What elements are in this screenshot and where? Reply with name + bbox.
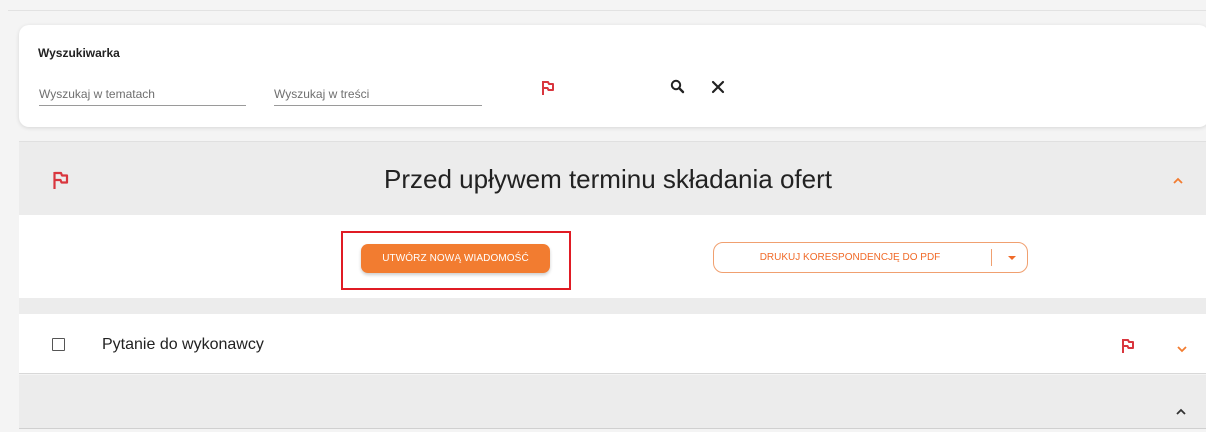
flag-icon[interactable] [1121, 338, 1135, 354]
collapsed-section[interactable] [19, 375, 1206, 429]
flag-filter-icon[interactable] [541, 80, 555, 96]
search-panel: Wyszukiwarka [19, 25, 1206, 127]
new-message-button[interactable]: UTWÓRZ NOWĄ WIADOMOŚĆ [361, 244, 550, 273]
close-icon[interactable] [711, 80, 725, 94]
search-icon[interactable] [670, 79, 686, 95]
split-divider [991, 249, 992, 266]
message-title: Pytanie do wykonawcy [102, 336, 264, 353]
bottom-divider [19, 428, 1206, 429]
chevron-down-icon[interactable] [1176, 341, 1188, 353]
chevron-up-icon[interactable] [1172, 173, 1184, 184]
search-topics-input[interactable] [39, 83, 246, 106]
print-pdf-button[interactable]: DRUKUJ KORESPONDENCJĘ DO PDF [714, 243, 986, 272]
search-panel-title: Wyszukiwarka [38, 46, 120, 60]
actions-bar: UTWÓRZ NOWĄ WIADOMOŚĆ DRUKUJ KORESPONDEN… [19, 215, 1206, 298]
section-title: Przed upływem terminu składania ofert [384, 164, 832, 194]
caret-down-icon [1008, 256, 1016, 260]
search-content-input[interactable] [274, 83, 482, 106]
section-spacer [19, 298, 1206, 314]
top-divider [8, 10, 1206, 11]
print-pdf-split-button: DRUKUJ KORESPONDENCJĘ DO PDF [713, 242, 1028, 273]
message-row[interactable]: Pytanie do wykonawcy [19, 314, 1206, 374]
print-options-dropdown[interactable] [997, 243, 1027, 272]
message-checkbox[interactable] [52, 338, 65, 351]
chevron-up-icon[interactable] [1175, 403, 1187, 415]
section-header[interactable]: Przed upływem terminu składania ofert [19, 141, 1206, 215]
